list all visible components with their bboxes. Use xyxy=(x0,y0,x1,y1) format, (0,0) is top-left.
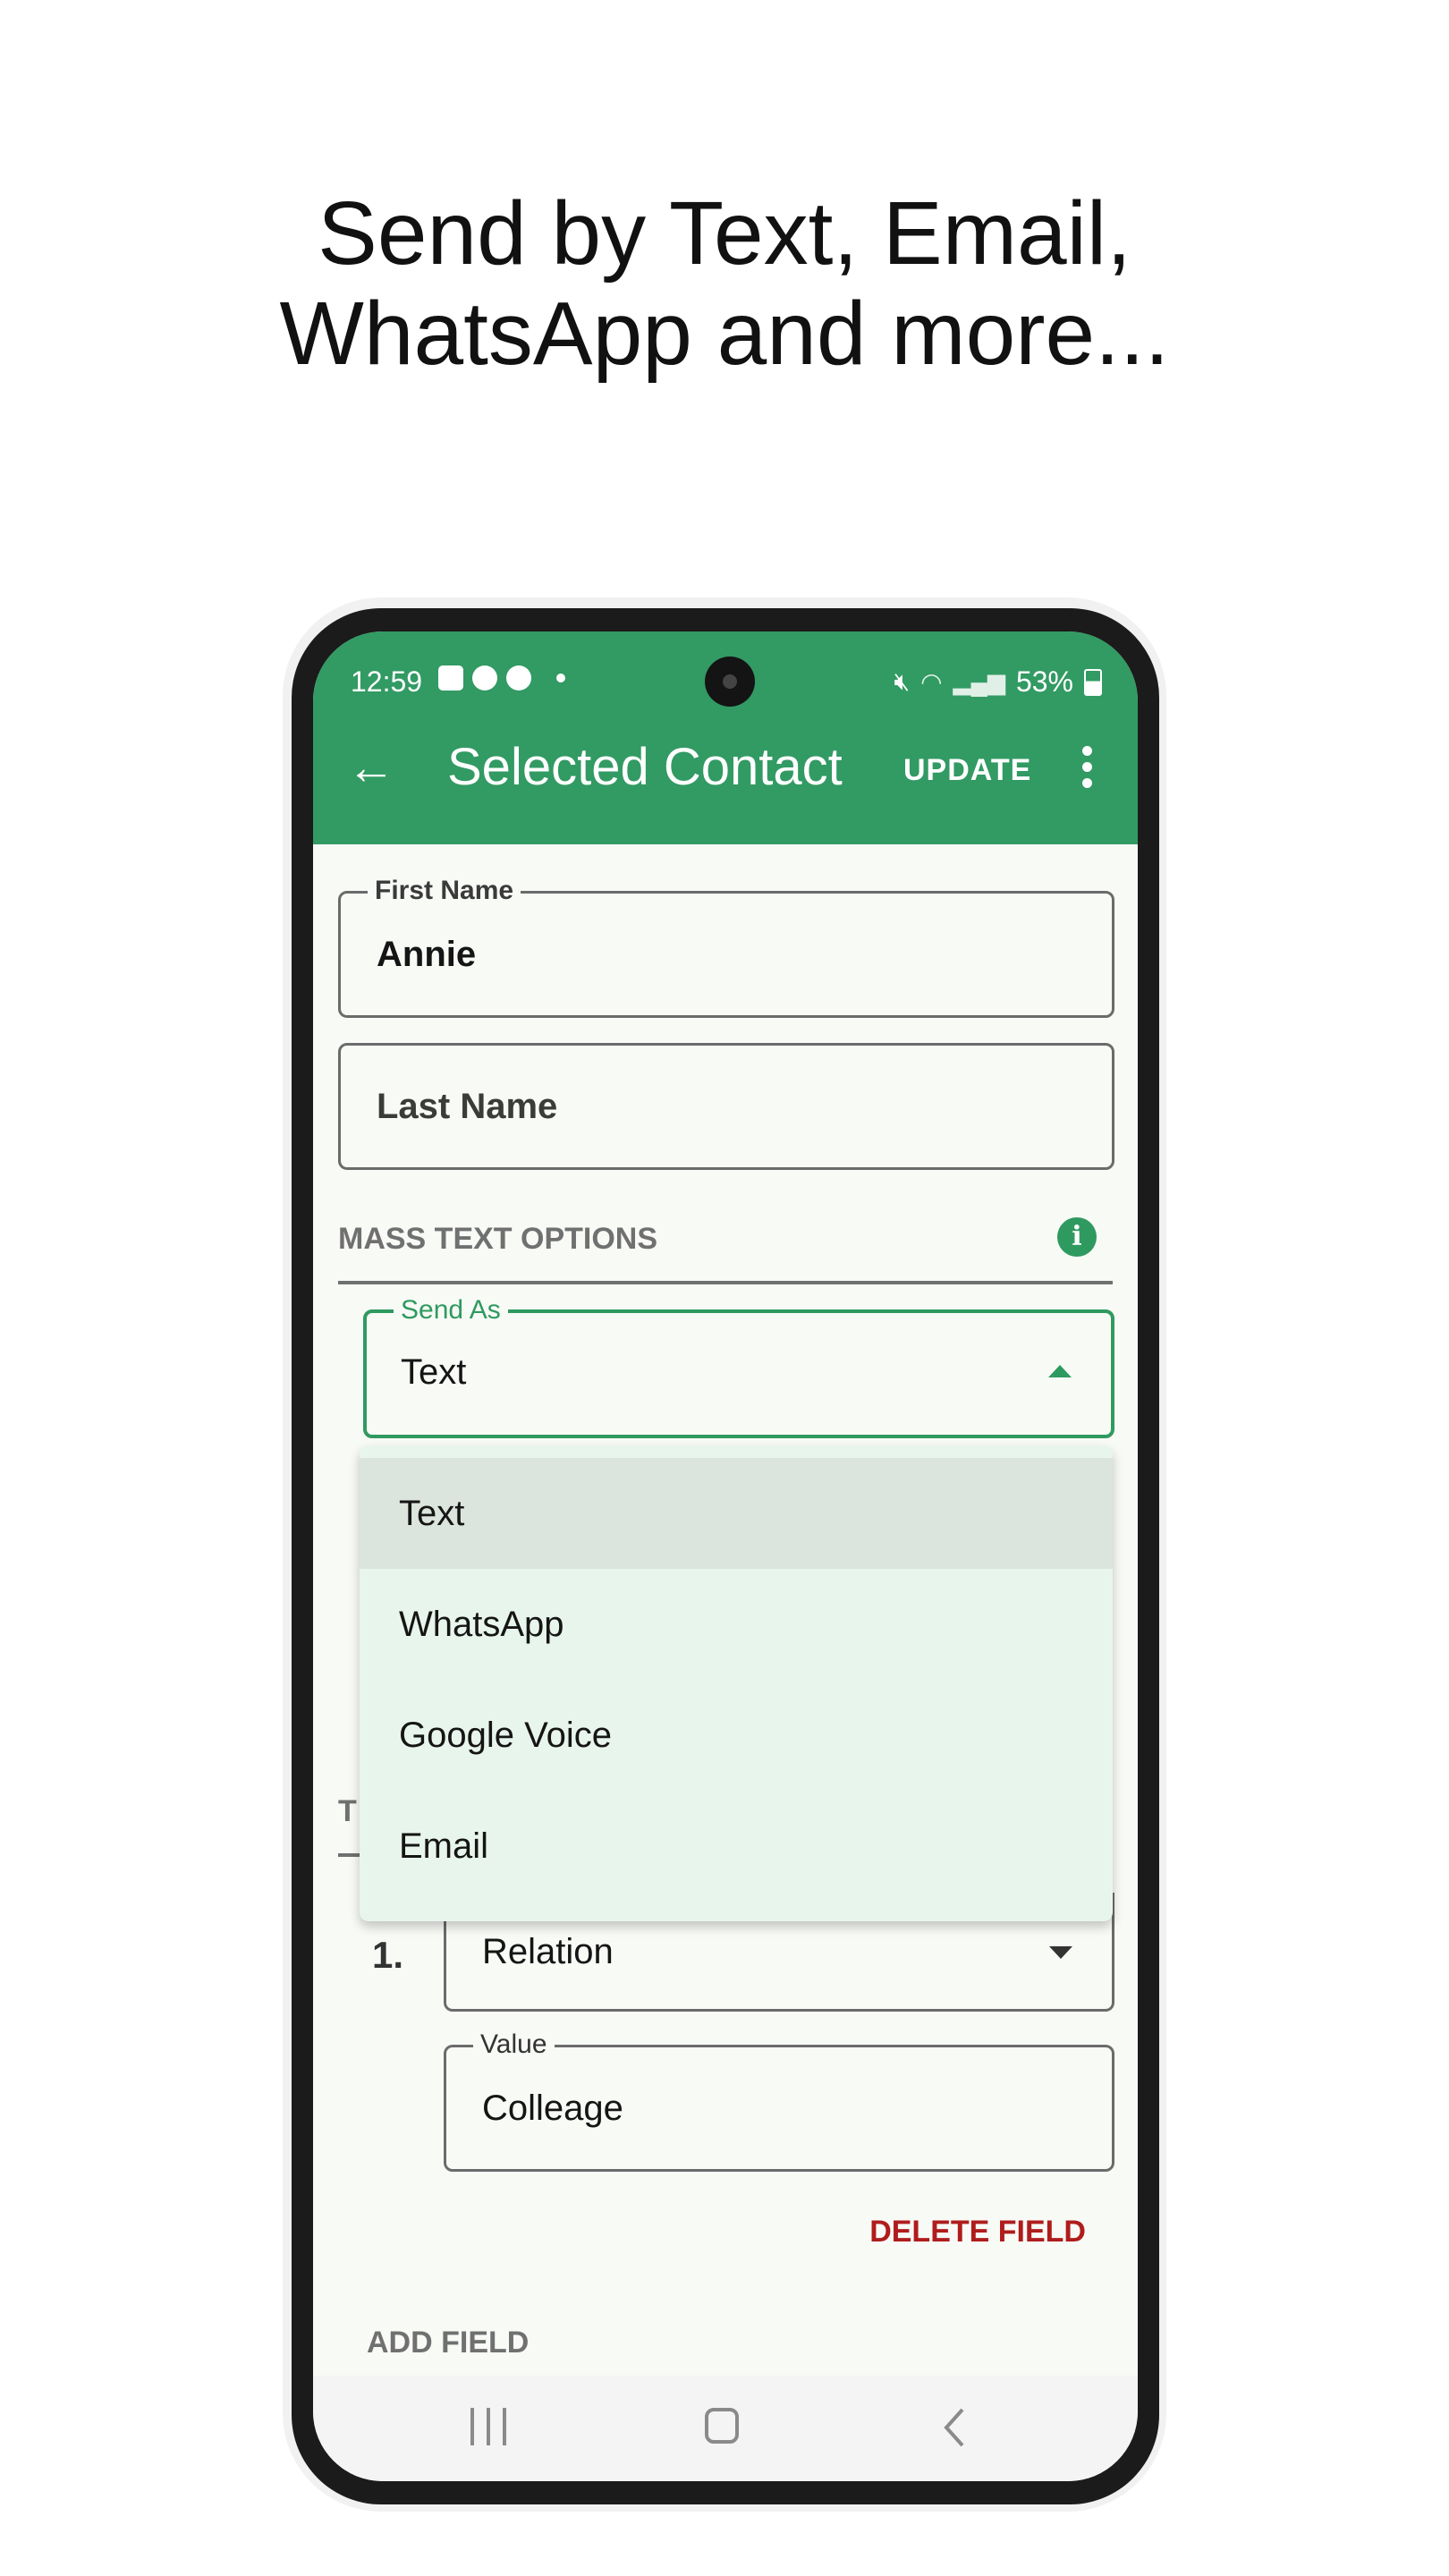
dot-icon xyxy=(556,674,565,682)
field-index: 1. xyxy=(372,1934,404,1976)
menu-item-google-voice[interactable]: Google Voice xyxy=(360,1680,1113,1791)
recents-icon[interactable] xyxy=(470,2408,506,2445)
first-name-value: Annie xyxy=(377,935,477,974)
home-icon[interactable] xyxy=(705,2408,739,2444)
mass-text-options-title: MASS TEXT OPTIONS xyxy=(338,1222,658,1256)
section-title-partial: T xyxy=(338,1794,357,1828)
relation-value: Relation xyxy=(482,1932,614,1971)
value-label: Value xyxy=(473,2029,555,2060)
update-button[interactable]: UPDATE xyxy=(903,753,1031,788)
value-field[interactable]: Value Colleage xyxy=(444,2029,1114,2172)
menu-item-label: Google Voice xyxy=(399,1716,612,1755)
gallery-icon xyxy=(438,665,463,691)
battery-icon xyxy=(1084,668,1102,696)
phone-screen: 12:59 🔇︎ ◠ ▂▄▆ 53% ← Selected Contact UP… xyxy=(313,631,1138,2481)
battery-level: 53% xyxy=(1015,665,1073,698)
menu-item-label: Email xyxy=(399,1826,489,1866)
status-time: 12:59 xyxy=(351,665,423,698)
last-name-placeholder: Last Name xyxy=(377,1087,558,1126)
camera-cutout xyxy=(705,657,755,707)
menu-item-text[interactable]: Text xyxy=(360,1458,1113,1569)
wifi-icon: ◠ xyxy=(920,668,943,696)
value-text: Colleage xyxy=(482,2089,623,2128)
send-as-value: Text xyxy=(401,1352,467,1392)
back-arrow-icon[interactable]: ← xyxy=(347,741,401,794)
send-as-label: Send As xyxy=(394,1295,508,1326)
back-icon[interactable] xyxy=(941,2408,968,2447)
first-name-label: First Name xyxy=(368,876,521,906)
page-title: Selected Contact xyxy=(447,738,843,796)
signal-icon: ▂▄▆ xyxy=(953,668,1005,695)
system-nav-bar xyxy=(313,2376,1138,2481)
dropdown-arrow-up-icon xyxy=(1048,1365,1072,1377)
dropdown-arrow-icon xyxy=(1049,1946,1072,1959)
promo-headline: Send by Text, Email, WhatsApp and more..… xyxy=(0,183,1449,384)
first-name-field[interactable]: First Name Annie xyxy=(338,876,1114,1018)
message-icon xyxy=(472,665,497,691)
send-as-menu: Text WhatsApp Google Voice Email xyxy=(360,1445,1113,1921)
info-icon[interactable]: i xyxy=(1057,1217,1097,1257)
account-icon xyxy=(506,665,531,691)
delete-field-button[interactable]: DELETE FIELD xyxy=(869,2215,1086,2250)
menu-item-email[interactable]: Email xyxy=(360,1791,1113,1902)
menu-item-label: WhatsApp xyxy=(399,1605,564,1644)
send-as-dropdown[interactable]: Send As Text xyxy=(363,1295,1114,1438)
add-field-button[interactable]: ADD FIELD xyxy=(367,2326,529,2360)
mute-icon: 🔇︎ xyxy=(894,667,911,695)
menu-item-whatsapp[interactable]: WhatsApp xyxy=(360,1569,1113,1680)
section-divider xyxy=(338,1281,1113,1284)
last-name-field[interactable]: Last Name xyxy=(338,1043,1114,1170)
app-bar: 12:59 🔇︎ ◠ ▂▄▆ 53% ← Selected Contact UP… xyxy=(313,631,1138,844)
headline-line-1: Send by Text, Email, xyxy=(318,183,1131,284)
more-vert-icon[interactable] xyxy=(1082,746,1093,791)
menu-item-label: Text xyxy=(399,1494,465,1533)
headline-line-2: WhatsApp and more... xyxy=(279,284,1170,384)
